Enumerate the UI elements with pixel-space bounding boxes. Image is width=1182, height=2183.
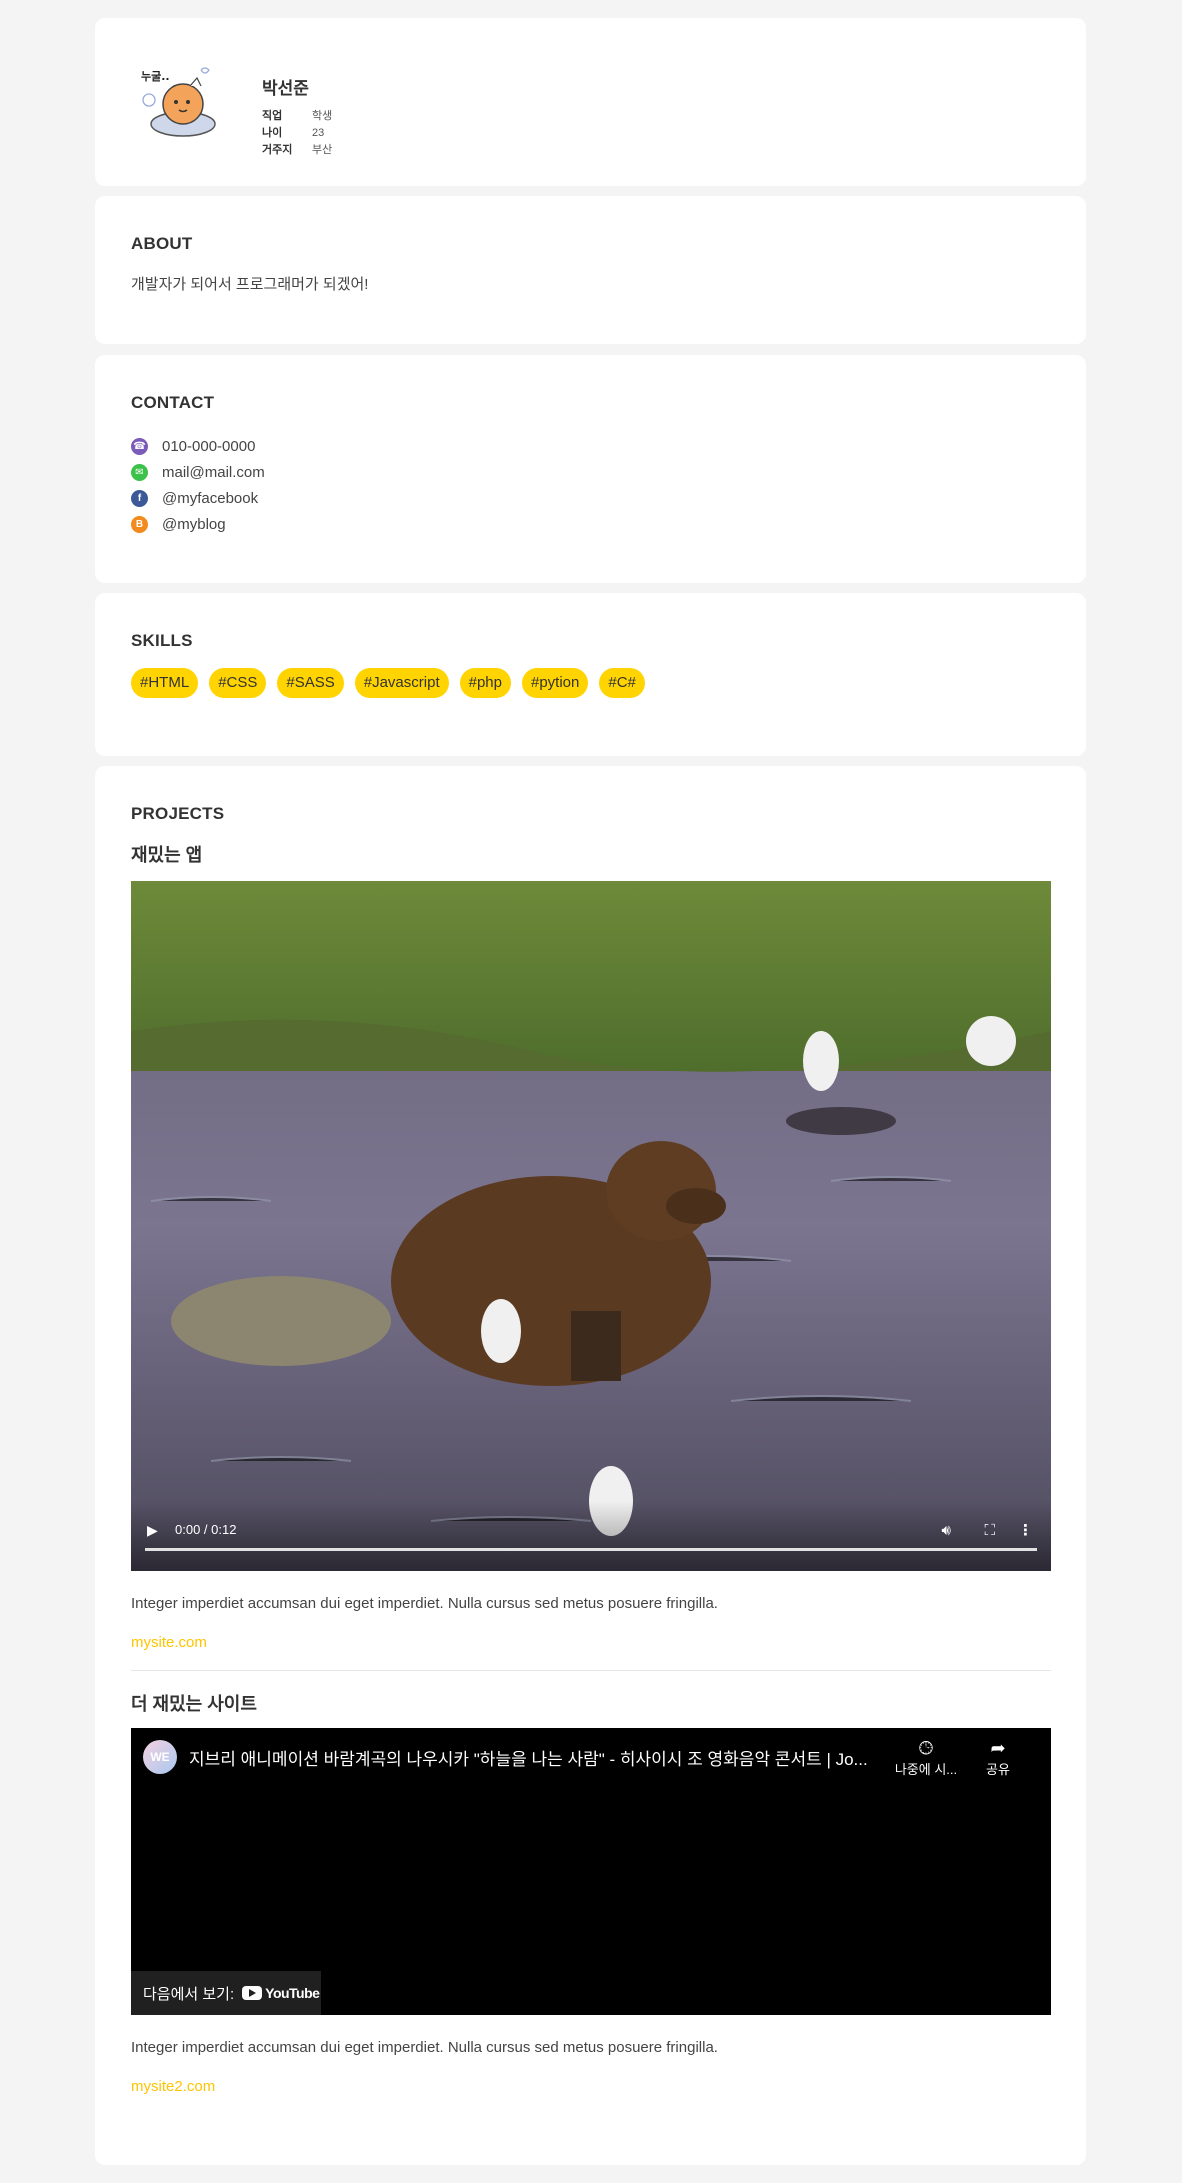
project-link[interactable]: mysite2.com bbox=[131, 2078, 215, 2095]
project-description: Integer imperdiet accumsan dui eget impe… bbox=[131, 2039, 718, 2056]
svg-text:누굴..: 누굴.. bbox=[141, 70, 170, 83]
contact-text: @myblog bbox=[162, 515, 226, 533]
contact-card: CONTACT ☎ 010-000-0000 ✉ mail@mail.com f… bbox=[95, 355, 1086, 583]
info-label: 나이 bbox=[262, 127, 283, 139]
play-icon[interactable]: ▶ bbox=[147, 1522, 158, 1539]
mail-icon: ✉ bbox=[131, 463, 148, 481]
contact-text: mail@mail.com bbox=[162, 463, 265, 481]
projects-card: PROJECTS 재밌는 앱 ▶ 0:00 / 0:12 🔊︎ ⛶ ⋮ Inte… bbox=[95, 766, 1086, 2165]
info-row-job: 직업 학생 bbox=[262, 108, 332, 125]
share-button[interactable]: ➦ 공유 bbox=[973, 1738, 1023, 1778]
fullscreen-icon[interactable]: ⛶ bbox=[984, 1522, 995, 1539]
info-label: 직업 bbox=[262, 110, 283, 122]
video-progress-bar[interactable] bbox=[145, 1548, 1037, 1551]
skills-card: SKILLS #HTML #CSS #SASS #Javascript #php… bbox=[95, 593, 1086, 756]
profile-name: 박선준 bbox=[262, 79, 309, 98]
skill-tag: #Javascript bbox=[354, 668, 449, 698]
phone-icon: ☎ bbox=[131, 437, 148, 455]
contact-item-facebook[interactable]: f @myfacebook bbox=[131, 485, 265, 511]
avatar: 누굴.. bbox=[141, 67, 216, 137]
section-title-contact: CONTACT bbox=[131, 393, 215, 412]
profile-card: 누굴.. 박선준 직업 학생 나이 23 거주지 부산 bbox=[95, 18, 1086, 186]
section-title-about: ABOUT bbox=[131, 234, 193, 253]
contact-text: @myfacebook bbox=[162, 489, 259, 507]
project-title: 더 재밌는 사이트 bbox=[131, 1694, 257, 1714]
contact-text: 010-000-0000 bbox=[162, 437, 256, 455]
contact-list: ☎ 010-000-0000 ✉ mail@mail.com f @myface… bbox=[131, 433, 265, 537]
about-text: 개발자가 되어서 프로그래머가 되겠어! bbox=[131, 276, 369, 293]
watch-on-label: 다음에서 보기: bbox=[143, 1985, 235, 2003]
watch-later-button[interactable]: 🕒︎ 나중에 시... bbox=[891, 1738, 961, 1778]
watch-later-label: 나중에 시... bbox=[894, 1762, 958, 1777]
about-card: ABOUT 개발자가 되어서 프로그래머가 되겠어! bbox=[95, 196, 1086, 344]
clock-icon: 🕒︎ bbox=[918, 1738, 934, 1758]
section-title-projects: PROJECTS bbox=[131, 804, 225, 823]
contact-item-phone[interactable]: ☎ 010-000-0000 bbox=[131, 433, 265, 459]
info-value: 23 bbox=[312, 127, 325, 139]
skill-tags: #HTML #CSS #SASS #Javascript #php #pytio… bbox=[131, 668, 656, 698]
info-value: 학생 bbox=[312, 110, 333, 122]
project-link[interactable]: mysite.com bbox=[131, 1634, 207, 1651]
skill-tag: #C# bbox=[599, 668, 645, 698]
skill-tag: #php bbox=[459, 668, 511, 698]
skill-tag: #SASS bbox=[277, 668, 344, 698]
volume-icon[interactable]: 🔊︎ bbox=[942, 1522, 951, 1539]
youtube-video-title[interactable]: 지브리 애니메이션 바람계곡의 나우시카 "하늘을 나는 사람" - 히사이시 … bbox=[189, 1745, 879, 1770]
skill-tag: #pytion bbox=[522, 668, 589, 698]
share-icon: ➦ bbox=[990, 1738, 1006, 1758]
skill-tag: #HTML bbox=[131, 668, 199, 698]
share-label: 공유 bbox=[986, 1762, 1010, 1777]
divider bbox=[131, 1670, 1051, 1671]
video-controls-bg bbox=[131, 1501, 1051, 1571]
youtube-brand: YouTube bbox=[265, 1985, 320, 2001]
contact-item-blog[interactable]: B @myblog bbox=[131, 511, 265, 537]
video-time: 0:00 / 0:12 bbox=[175, 1522, 237, 1537]
info-row-age: 나이 23 bbox=[262, 125, 332, 142]
youtube-embed[interactable]: WE 지브리 애니메이션 바람계곡의 나우시카 "하늘을 나는 사람" - 히사… bbox=[131, 1728, 1051, 2015]
video-player[interactable]: ▶ 0:00 / 0:12 🔊︎ ⛶ ⋮ bbox=[131, 881, 1051, 1571]
more-options-icon[interactable]: ⋮ bbox=[1018, 1521, 1033, 1539]
project-title: 재밌는 앱 bbox=[131, 845, 203, 865]
video-frame bbox=[131, 881, 1051, 1571]
project-description: Integer imperdiet accumsan dui eget impe… bbox=[131, 1595, 718, 1612]
blogger-icon: B bbox=[131, 515, 148, 533]
profile-info: 직업 학생 나이 23 거주지 부산 bbox=[262, 108, 332, 159]
contact-item-mail[interactable]: ✉ mail@mail.com bbox=[131, 459, 265, 485]
info-label: 거주지 bbox=[262, 144, 293, 156]
info-row-residence: 거주지 부산 bbox=[262, 142, 332, 159]
channel-avatar[interactable]: WE bbox=[143, 1740, 177, 1774]
watch-on-youtube-button[interactable]: 다음에서 보기: YouTube bbox=[131, 1971, 321, 2015]
facebook-icon: f bbox=[131, 489, 148, 507]
youtube-logo-icon bbox=[242, 1986, 263, 2000]
section-title-skills: SKILLS bbox=[131, 631, 193, 650]
skill-tag: #CSS bbox=[209, 668, 267, 698]
info-value: 부산 bbox=[312, 144, 333, 156]
